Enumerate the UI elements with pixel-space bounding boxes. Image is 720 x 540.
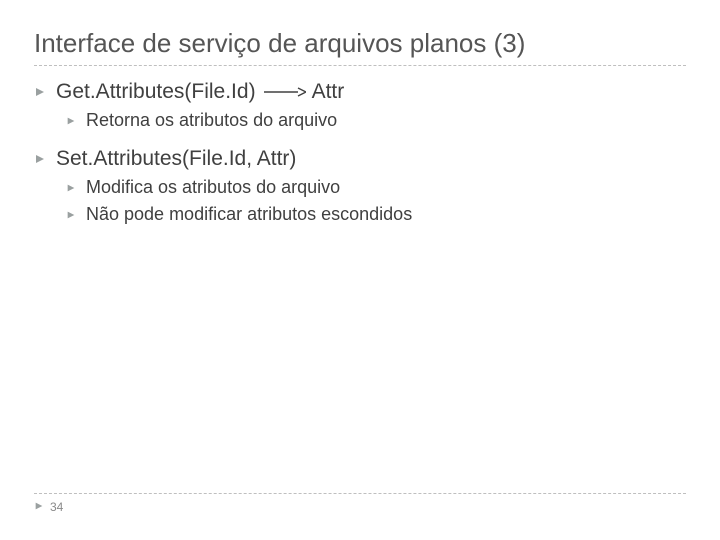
bullet-icon	[34, 147, 46, 171]
arrow-icon	[262, 80, 306, 104]
slide-footer: 34	[0, 493, 720, 514]
bullet-subitem-2-2: Não pode modificar atributos escondidos	[66, 204, 686, 225]
bullet-item-1: Get.Attributes(File.Id) Attr	[34, 80, 686, 104]
page-number: 34	[50, 500, 63, 514]
bullet-icon	[34, 80, 46, 104]
subitem-text: Modifica os atributos do arquivo	[86, 177, 340, 198]
item2-text: Set.Attributes(File.Id, Attr)	[56, 147, 296, 171]
bullet-subitem-1-1: Retorna os atributos do arquivo	[66, 110, 686, 131]
bullet-icon	[66, 110, 76, 131]
subitem-text: Não pode modificar atributos escondidos	[86, 204, 412, 225]
subitem-text: Retorna os atributos do arquivo	[86, 110, 337, 131]
slide: Interface de serviço de arquivos planos …	[0, 0, 720, 540]
bullet-item-2: Set.Attributes(File.Id, Attr)	[34, 147, 686, 171]
bullet-icon	[66, 177, 76, 198]
item1-text-a: Get.Attributes(File.Id)	[56, 80, 256, 104]
footer-divider	[34, 493, 686, 494]
bullet-icon	[66, 204, 76, 225]
title-divider	[34, 65, 686, 66]
bullet-subitem-2-1: Modifica os atributos do arquivo	[66, 177, 686, 198]
slide-title: Interface de serviço de arquivos planos …	[34, 28, 686, 59]
footer-marker-icon	[34, 501, 44, 514]
item1-text-b: Attr	[312, 80, 345, 104]
